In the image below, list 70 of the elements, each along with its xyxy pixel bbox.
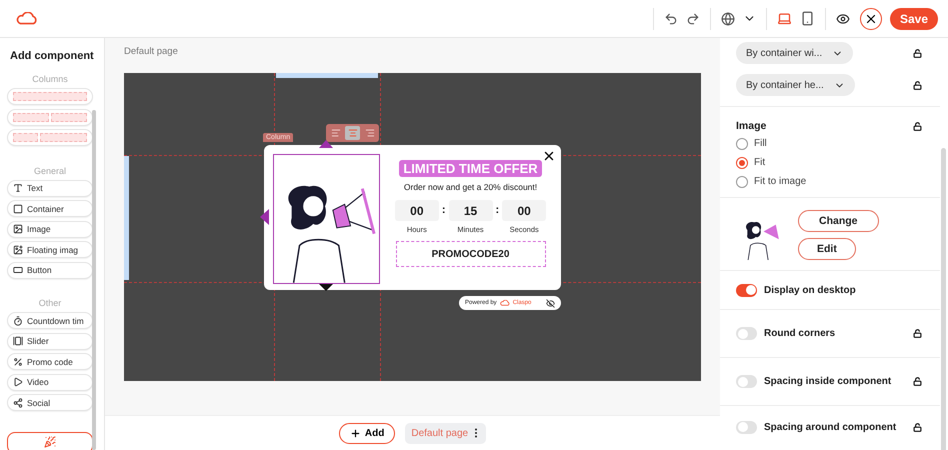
timer-icon (13, 316, 23, 326)
radio-button[interactable] (736, 138, 748, 150)
toggle-label: Display on desktop (764, 284, 857, 296)
percent-icon (13, 356, 23, 366)
square-icon (13, 204, 23, 214)
toggle-label: Round corners (764, 327, 836, 340)
toggle-label: Spacing inside component (764, 375, 892, 388)
section-label: General (32, 166, 68, 176)
radio-option[interactable]: Fit to image (736, 172, 948, 191)
timer-value: 00 (394, 200, 439, 221)
component-item[interactable]: Floating imag (7, 241, 93, 258)
outline-button[interactable]: Change (798, 210, 879, 232)
toggle-switch[interactable] (736, 284, 757, 296)
component-item[interactable]: Slider (7, 332, 93, 350)
page-label: Default page (124, 46, 179, 59)
plus-icon (350, 428, 361, 438)
align-center-icon[interactable] (345, 126, 360, 140)
share-icon (13, 398, 23, 408)
toggle-switch[interactable] (736, 375, 757, 388)
offer-subtitle: Order now and get a 20% discount! (404, 182, 538, 192)
close-icon[interactable] (542, 149, 556, 163)
globe-icon[interactable] (718, 10, 737, 28)
dropdown[interactable]: By container he... (736, 74, 855, 96)
lock-icon (913, 48, 922, 58)
radio-button[interactable] (736, 176, 748, 188)
section-label: Other (38, 298, 62, 308)
component-item[interactable]: Promo code (7, 353, 93, 370)
play-icon (13, 377, 23, 387)
dropdown[interactable]: By container wi... (736, 42, 854, 64)
outline-button[interactable]: Edit (798, 238, 856, 260)
toggle-label: Spacing around component (764, 420, 898, 434)
lock-icon (913, 122, 922, 130)
section-title: Image (736, 120, 766, 132)
component-item[interactable]: Video (7, 374, 93, 390)
radio-option[interactable]: Fill (736, 134, 948, 153)
image-plus-icon (13, 244, 23, 254)
section-label: Columns (31, 74, 69, 84)
component-item[interactable]: Countdown tim (7, 312, 93, 329)
sidebar-title: Add component (10, 50, 95, 62)
component-item[interactable]: Button (7, 262, 93, 278)
timer-value: 00 (502, 200, 546, 221)
radio-option[interactable]: Fit (736, 153, 948, 172)
sidebar-bottom-button[interactable] (7, 432, 93, 450)
toggle-switch[interactable] (736, 420, 757, 434)
save-button[interactable]: Save (890, 8, 938, 30)
left-arrow-handle[interactable] (260, 209, 269, 225)
party-icon (44, 436, 56, 448)
cloud-logo-icon (500, 300, 510, 306)
timer-value: 15 (448, 200, 492, 221)
add-button[interactable]: Add (338, 422, 396, 444)
eye-off-icon[interactable] (546, 298, 555, 308)
close-button[interactable] (860, 8, 882, 30)
slider-icon (13, 336, 23, 346)
up-arrow-handle[interactable] (319, 140, 333, 148)
toggle-switch[interactable] (736, 327, 757, 340)
down-arrow-handle[interactable] (319, 284, 333, 291)
lock-icon (913, 80, 922, 90)
cloud-logo-icon (16, 12, 38, 26)
component-item[interactable]: Text (7, 180, 93, 196)
timer-separator: : (442, 203, 446, 216)
timer-separator: : (496, 203, 500, 216)
component-item[interactable]: Social (7, 394, 93, 411)
pill-icon (13, 265, 23, 275)
component-item[interactable]: Image (7, 220, 93, 238)
text-icon (13, 183, 23, 193)
promo-code: PROMOCODE20 (396, 241, 546, 267)
component-item[interactable]: Container (7, 200, 93, 217)
offer-headline: LIMITED TIME OFFER (399, 160, 542, 177)
radio-button[interactable] (736, 156, 748, 168)
image-icon (13, 224, 23, 234)
